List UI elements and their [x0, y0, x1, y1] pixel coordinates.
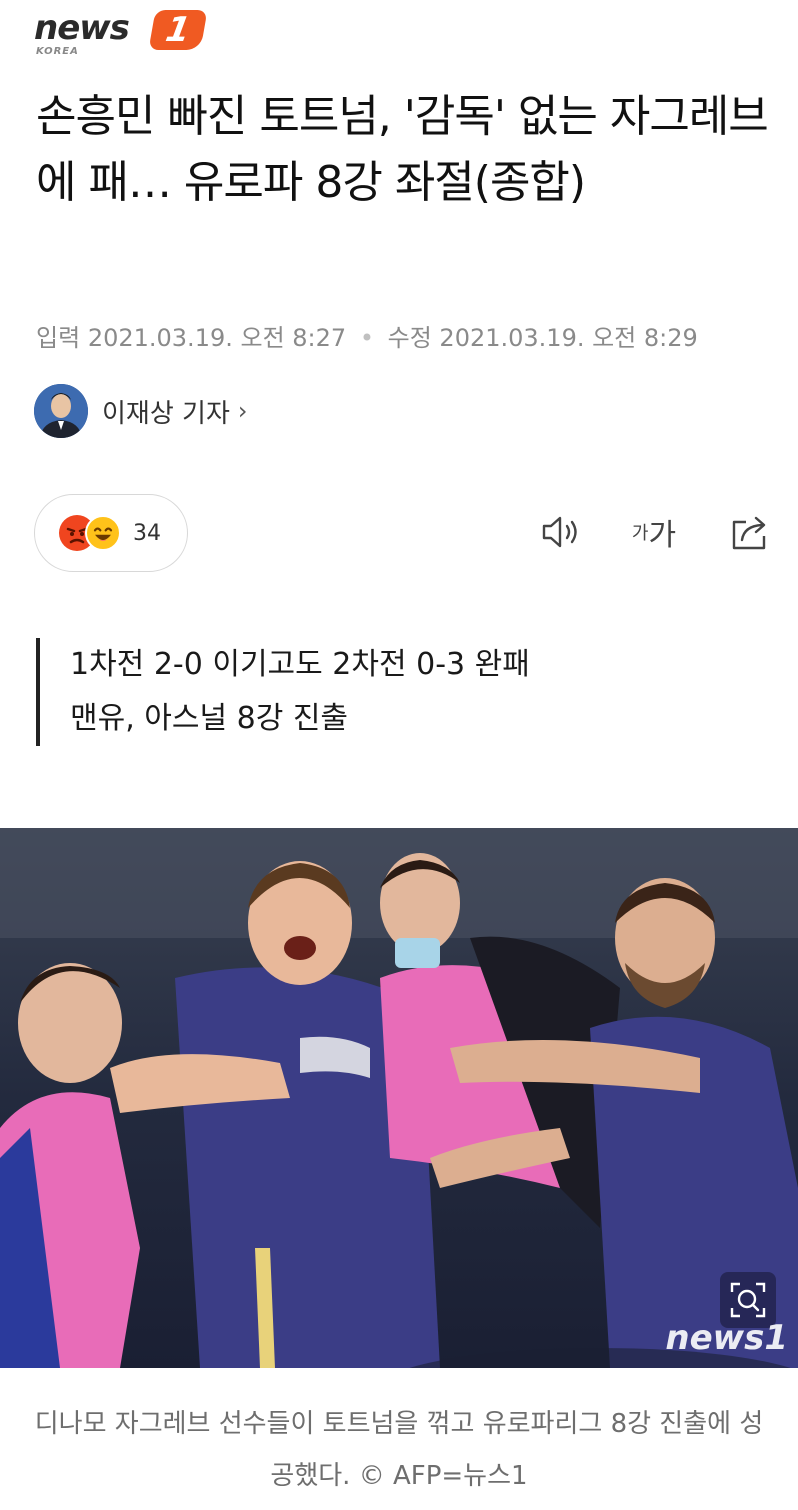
- font-small-label: 가: [631, 523, 649, 544]
- input-label: 입력: [36, 324, 81, 352]
- article-photo[interactable]: news1: [0, 828, 798, 1368]
- speaker-icon[interactable]: [538, 510, 586, 554]
- logo-wordmark: news: [34, 8, 130, 48]
- article-subheadings: 1차전 2-0 이기고도 2차전 0-3 완패 맨유, 아스널 8강 진출: [36, 638, 776, 746]
- share-icon[interactable]: [726, 510, 774, 554]
- reaction-button[interactable]: 34: [34, 494, 188, 572]
- celebration-photo: [0, 828, 798, 1368]
- font-size-button[interactable]: 가가: [626, 510, 682, 554]
- author-link[interactable]: 이재상 기자 ›: [34, 384, 247, 438]
- laughing-face-icon: [85, 515, 121, 551]
- subheading-line: 1차전 2-0 이기고도 2차전 0-3 완패: [70, 647, 530, 682]
- chevron-right-icon: ›: [237, 397, 248, 425]
- font-large-label: 가: [648, 518, 677, 553]
- article-meta: 입력 2021.03.19. 오전 8:27 • 수정 2021.03.19. …: [36, 318, 698, 353]
- input-datetime: 2021.03.19. 오전 8:27: [87, 324, 347, 352]
- logo-mark: 1: [148, 10, 208, 50]
- meta-separator: •: [359, 324, 374, 352]
- logo-subtitle: KOREA: [36, 46, 79, 57]
- modified-datetime: 2021.03.19. 오전 8:29: [439, 324, 698, 352]
- news1-logo[interactable]: news 1 KOREA: [34, 8, 209, 58]
- subheading-line: 맨유, 아스널 8강 진출: [70, 701, 349, 736]
- modified-label: 수정: [387, 324, 432, 352]
- reaction-count: 34: [133, 520, 161, 546]
- author-name: 이재상 기자: [102, 398, 230, 429]
- photo-caption: 디나모 자그레브 선수들이 토트넘을 꺾고 유로파리그 8강 진출에 성공했다.…: [34, 1409, 764, 1491]
- photo-watermark: news1: [665, 1318, 788, 1358]
- article-title: 손흥민 빠진 토트넘, '감독' 없는 자그레브에 패… 유로파 8강 좌절(종…: [36, 91, 769, 208]
- avatar: [34, 384, 88, 438]
